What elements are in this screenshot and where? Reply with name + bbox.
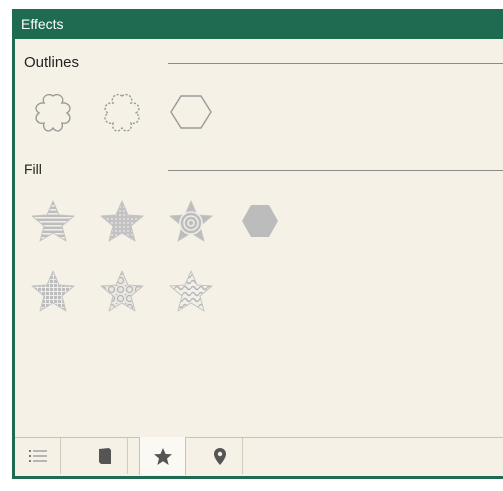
star-stripes-fill-icon[interactable]: [29, 197, 77, 245]
list-icon: [28, 450, 47, 462]
star-waves-fill-icon[interactable]: [167, 267, 215, 315]
flower-outline-icon[interactable]: [29, 88, 77, 136]
tab-book[interactable]: [82, 438, 128, 474]
star-floral-fill-icon[interactable]: [98, 267, 146, 315]
outlines-divider: [168, 63, 503, 64]
scalloped-flower-outline-icon[interactable]: [98, 88, 146, 136]
map-pin-icon: [213, 447, 226, 465]
outlines-heading: Outlines: [24, 54, 80, 71]
star-grid-fill-icon[interactable]: [29, 267, 77, 315]
panel-title-bar: Effects: [15, 12, 503, 39]
fill-heading: Fill: [24, 161, 42, 177]
hexagon-outline-icon[interactable]: [167, 88, 215, 136]
fill-divider: [168, 170, 503, 171]
tab-map[interactable]: [197, 438, 243, 474]
star-dots-fill-icon[interactable]: [98, 197, 146, 245]
hexagon-solid-fill-icon[interactable]: [236, 197, 284, 245]
book-icon: [98, 448, 111, 464]
tab-effects[interactable]: [139, 437, 186, 475]
star-icon: [153, 447, 172, 465]
panel-tab-bar: [15, 437, 503, 476]
star-concentric-fill-icon[interactable]: [167, 197, 215, 245]
panel-title: Effects: [21, 16, 64, 32]
effects-panel: Effects Outlines Fill: [12, 9, 503, 479]
tab-list[interactable]: [15, 438, 61, 474]
